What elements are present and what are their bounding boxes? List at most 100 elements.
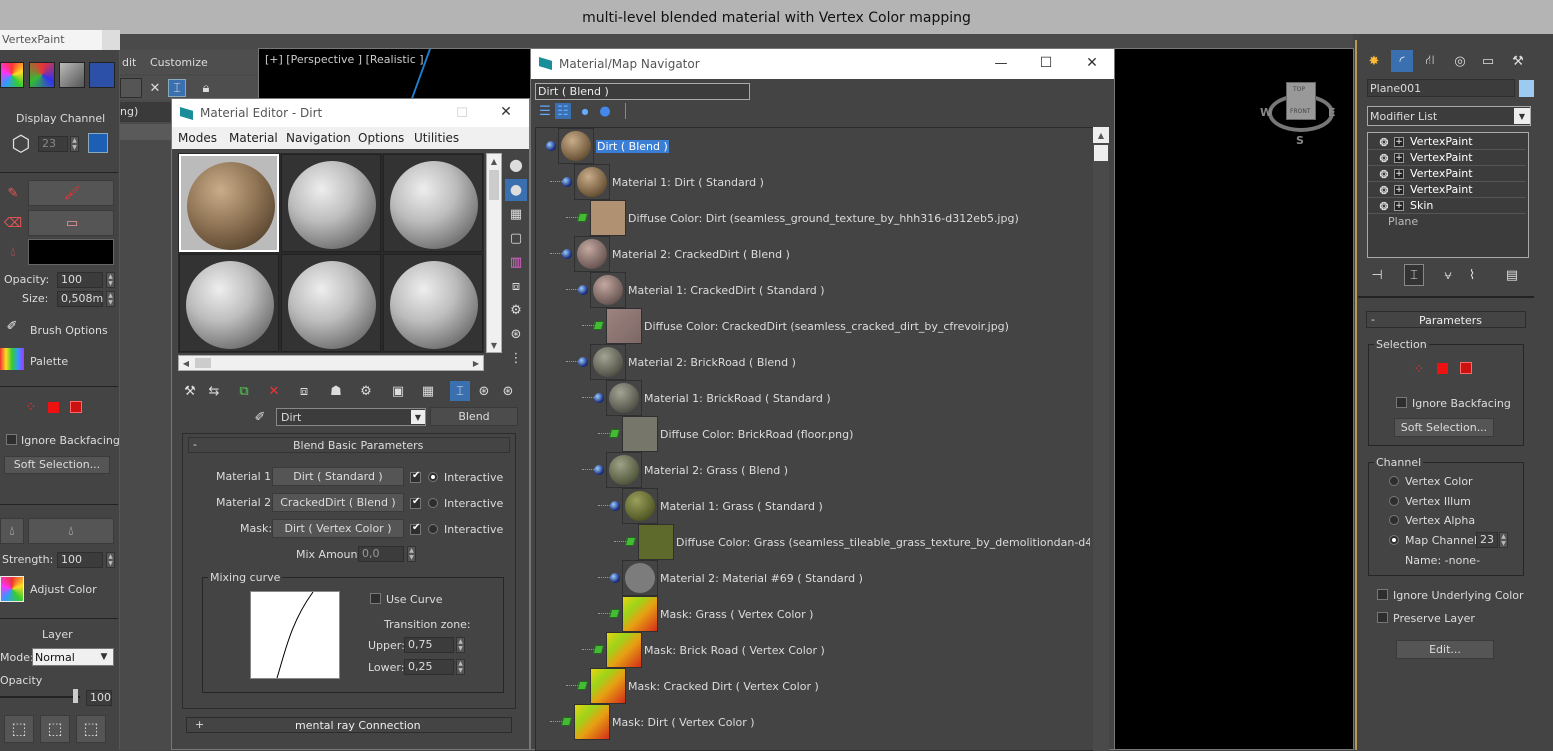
element-select-icon[interactable] (1460, 362, 1472, 374)
modifier-item[interactable]: ❂ + VertexPaint (1368, 150, 1526, 166)
mask-enable-checkbox[interactable] (410, 522, 421, 535)
modifier-item[interactable]: ❂ + Skin (1368, 198, 1526, 214)
view-list-icon[interactable]: ☰ (537, 103, 553, 119)
tree-node-thumbnail[interactable] (558, 128, 594, 164)
layer-opacity-slider-track[interactable] (0, 696, 80, 698)
lock-icon[interactable]: 🔒︎ (198, 78, 214, 98)
video-color-check-icon[interactable]: ▥ (505, 251, 527, 273)
use-curve-checkbox[interactable] (370, 593, 381, 604)
modifier-toggle-icon[interactable]: ❂ (1378, 134, 1390, 150)
tree-node-thumbnail[interactable] (574, 704, 610, 740)
scroll-thumb[interactable] (195, 358, 211, 368)
paint-all-icon[interactable] (0, 62, 24, 88)
paint-color-swatch[interactable] (28, 239, 114, 265)
vertex-color-radio[interactable] (1389, 476, 1399, 486)
strength-spinner[interactable]: ▲ ▼ (106, 552, 115, 568)
tree-node-label[interactable]: Material 1: Grass ( Standard ) (660, 500, 823, 513)
scroll-left-icon[interactable]: ◀ (179, 356, 193, 370)
tree-node-thumbnail[interactable] (574, 164, 610, 200)
make-unique-icon[interactable]: ⧈ (294, 381, 314, 401)
paint-brush-button[interactable]: 🖌︎ (28, 180, 114, 206)
menu-options[interactable]: Options (358, 131, 404, 145)
maximize-icon[interactable]: ☐ (454, 105, 470, 121)
menu-navigation[interactable]: Navigation (286, 131, 351, 145)
tree-node-thumbnail[interactable] (622, 488, 658, 524)
close-icon[interactable]: ✕ (498, 104, 514, 120)
put-to-library-icon[interactable]: ☗ (326, 381, 346, 401)
material1-button[interactable]: Dirt ( Standard ) (272, 467, 404, 486)
tree-node-thumbnail[interactable] (606, 452, 642, 488)
map-channel-spinner[interactable]: ▲ ▼ (1499, 532, 1508, 548)
display-channel-lock-button[interactable] (88, 133, 108, 153)
expand-icon[interactable]: + (1394, 153, 1404, 163)
create-tab-icon[interactable]: ✸ (1363, 50, 1385, 72)
material2-button[interactable]: CrackedDirt ( Blend ) (272, 493, 404, 512)
material2-enable-checkbox[interactable] (410, 496, 421, 509)
tree-node-thumbnail[interactable] (606, 308, 642, 344)
brush-options-label[interactable]: Brush Options (30, 324, 108, 337)
sample-slot-6[interactable] (383, 254, 483, 352)
rollout-expand-icon[interactable]: + (195, 718, 204, 731)
remove-modifier-icon[interactable]: ⌇ (1462, 264, 1482, 286)
tree-node-label[interactable]: Diffuse Color: CrackedDirt (seamless_cra… (644, 320, 1009, 333)
menu-edit[interactable]: dit (122, 56, 136, 69)
vertexpaint-close-button[interactable] (102, 30, 120, 50)
view-small-icons-icon[interactable]: ● (577, 103, 593, 119)
strength-input[interactable]: 100 (57, 552, 103, 568)
palette-label[interactable]: Palette (30, 355, 68, 368)
modifier-toggle-icon[interactable]: ❂ (1378, 198, 1390, 214)
ignore-backfacing-checkbox[interactable] (6, 434, 17, 445)
put-to-scene-icon[interactable]: ⇆ (204, 381, 224, 401)
rollout-header[interactable]: - Blend Basic Parameters (188, 437, 510, 453)
vertex-select-icon[interactable]: ⁘ (1410, 360, 1428, 378)
pin-stack-icon[interactable]: ⊣ (1366, 264, 1388, 286)
palette-icon[interactable] (0, 348, 24, 370)
go-to-parent-icon[interactable]: ⊛ (474, 381, 494, 401)
scroll-up-icon[interactable]: ▲ (487, 154, 501, 168)
display-channel-input[interactable]: 23 (38, 136, 68, 152)
mode-dropdown[interactable]: Normal ▼ (32, 648, 114, 666)
make-preview-icon[interactable]: ⧈ (505, 275, 527, 297)
vertex-select-icon[interactable]: ⁘ (22, 398, 40, 416)
adjust-color-label[interactable]: Adjust Color (30, 583, 97, 596)
expand-icon[interactable]: + (1394, 201, 1404, 211)
material2-interactive-radio[interactable] (428, 498, 438, 508)
element-select-icon[interactable] (70, 401, 82, 413)
tree-node-label[interactable]: Diffuse Color: Grass (seamless_tileable_… (676, 536, 1090, 549)
sample-slot-5[interactable] (281, 254, 381, 352)
assign-to-selection-icon[interactable]: ⧉ (234, 381, 254, 401)
mask-interactive-radio[interactable] (428, 524, 438, 534)
preserve-layer-checkbox[interactable] (1377, 612, 1388, 623)
chevron-down-icon[interactable]: ▼ (411, 410, 425, 424)
tree-node-thumbnail[interactable] (606, 380, 642, 416)
vertex-illum-radio[interactable] (1389, 496, 1399, 506)
material1-enable-checkbox[interactable] (410, 470, 421, 483)
mix-amount-input[interactable]: 0,0 (358, 546, 404, 562)
tree-node-label[interactable]: Material 1: BrickRoad ( Standard ) (644, 392, 831, 405)
tree-node-thumbnail[interactable] (606, 632, 642, 668)
modifier-item[interactable]: ❂ + VertexPaint (1368, 166, 1526, 182)
viewport-label[interactable]: [+] [Perspective ] [Realistic ] (265, 53, 424, 66)
menu-customize[interactable]: Customize (150, 56, 208, 69)
material-name-field[interactable]: Dirt ▼ (276, 408, 426, 426)
object-color-swatch[interactable] (1519, 80, 1534, 97)
show-end-result-icon[interactable]: ▦ (418, 381, 438, 401)
menu-modes[interactable]: Modes (178, 131, 217, 145)
size-spinner[interactable]: ▲ ▼ (106, 291, 115, 307)
ignore-underlying-color-checkbox[interactable] (1377, 589, 1388, 600)
face-select-icon[interactable] (1437, 363, 1448, 374)
hierarchy-tab-icon[interactable]: ⛙ (1419, 50, 1441, 72)
base-object-item[interactable]: Plane (1368, 214, 1526, 230)
tree-node-thumbnail[interactable] (574, 236, 610, 272)
sample-slot-3[interactable] (383, 154, 483, 252)
tree-node-label[interactable]: Mask: Dirt ( Vertex Color ) (612, 716, 755, 729)
face-select-icon[interactable] (48, 402, 59, 413)
tree-node-label[interactable]: Diffuse Color: Dirt (seamless_ground_tex… (628, 212, 1019, 225)
sample-hscrollbar[interactable]: ◀ ▶ (178, 355, 484, 371)
sample-slot-2[interactable] (281, 154, 381, 252)
object-name-field[interactable]: Plane001 (1367, 79, 1515, 97)
edit-button[interactable]: Edit... (1396, 640, 1494, 659)
brush-options-icon[interactable]: ✐ (0, 314, 24, 338)
display-tab-icon[interactable]: ▭ (1477, 50, 1499, 72)
tree-node-thumbnail[interactable] (622, 560, 658, 596)
